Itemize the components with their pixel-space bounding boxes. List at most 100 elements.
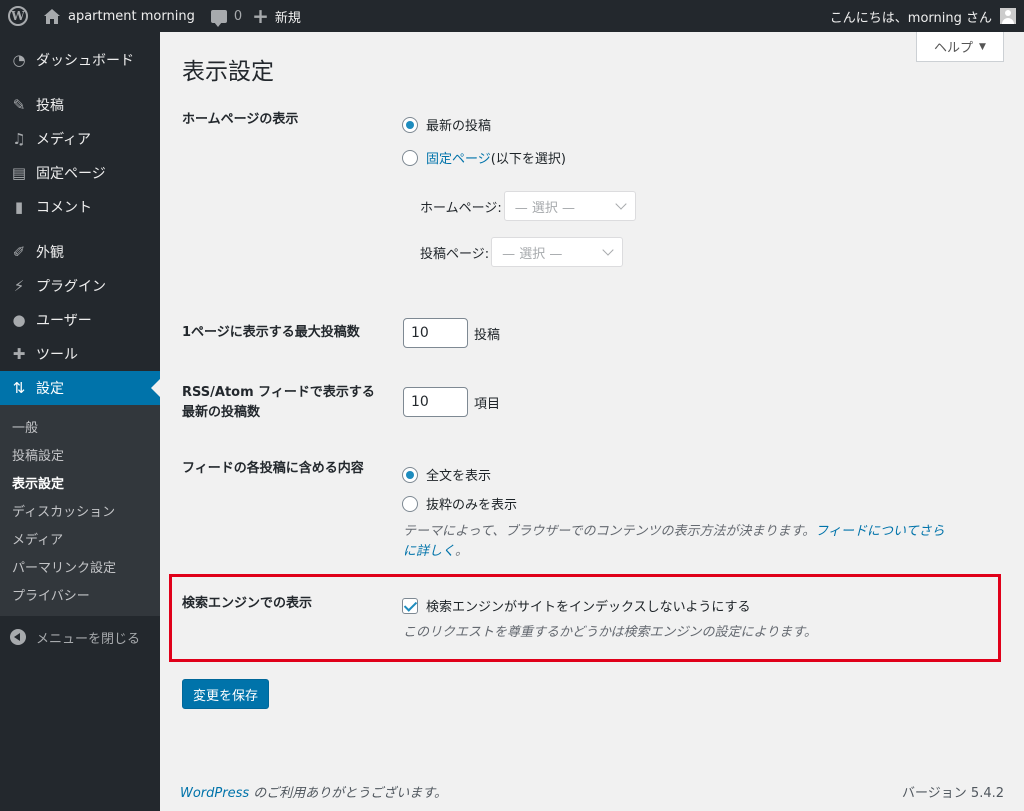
site-name-link[interactable]: apartment morning [36,0,203,32]
select-value: — 選択 — [514,200,575,216]
posts-per-page-row: 10 投稿 [403,318,500,348]
chevron-down-icon [602,244,614,256]
new-content-link[interactable]: + 新規 [250,0,309,32]
submenu-writing[interactable]: 投稿設定 [0,440,160,468]
sidebar-item-appearance[interactable]: ✐ 外観 [0,235,160,269]
sidebar-item-dashboard[interactable]: ◔ ダッシュボード [0,43,160,77]
comment-bubble-icon [210,9,227,27]
posts-page-select-row: 投稿ページ: — 選択 — [420,237,624,267]
radio-label: (以下を選択) [490,152,566,167]
page-title: 表示設定 [182,59,274,85]
radio-button[interactable] [402,149,418,166]
search-engine-label: 検索エンジンでの表示 [182,596,313,611]
plugin-icon: ⚡ [13,277,25,295]
save-changes-button[interactable]: 変更を保存 [182,679,269,709]
feed-learn-more-link-2[interactable]: に詳しく [403,544,455,559]
my-account-link[interactable]: こんにちは、morning さん [830,0,1016,32]
submenu-discussion[interactable]: ディスカッション [0,496,160,524]
sidebar-item-plugins[interactable]: ⚡ プラグイン [0,269,160,303]
sidebar-item-label: 設定 [36,381,64,397]
posts-page-select[interactable]: — 選択 — [491,237,624,267]
feed-learn-more-link[interactable]: フィードについてさら [815,524,944,539]
comments-link[interactable]: 0 [203,0,250,32]
footer-thankyou: WordPress のご利用ありがとうございます。 [180,782,447,801]
settings-submenu: 一般 投稿設定 表示設定 ディスカッション メディア パーマリンク設定 プライバ… [0,405,160,616]
footer-version: バージョン 5.4.2 [902,786,1004,801]
front-page-select[interactable]: — 選択 — [503,191,636,221]
sidebar-item-comments[interactable]: ▮ コメント [0,190,160,224]
highlight-box [169,574,1001,662]
radio-label: 最新の投稿 [426,119,492,134]
static-page-link[interactable]: 固定ページ [426,148,491,167]
user-icon: ● [12,311,26,329]
main-content: ヘルプ ▼ 表示設定 ホームページの表示 最新の投稿 固定ページ (以下を選択)… [160,32,1024,811]
sidebar-item-label: ユーザー [36,313,92,329]
search-engine-description: このリクエストを尊重するかどうかは検索エンジンの設定によります。 [403,625,817,640]
front-page-label: ホームページ: [420,200,502,216]
sidebar-item-tools[interactable]: ✚ ツール [0,337,160,371]
posts-per-page-unit: 投稿 [474,327,501,343]
wordpress-logo-icon[interactable]: W [0,0,36,32]
feed-desc-text: テーマによって、ブラウザーでのコンテンツの表示方法が決まります。 [403,524,816,539]
comments-count: 0 [233,8,243,24]
help-tab-button[interactable]: ヘルプ ▼ [916,32,1004,62]
sidebar-item-label: メディア [36,132,92,148]
submenu-general[interactable]: 一般 [0,412,160,440]
collapse-menu-button[interactable]: メニューを閉じる [0,620,160,654]
site-name: apartment morning [68,8,195,24]
radio-label: 全文を表示 [426,469,492,484]
greeting: こんにちは、morning さん [829,10,992,26]
settings-icon: ⇅ [12,379,26,397]
radio-latest-posts[interactable]: 最新の投稿 [402,115,491,134]
homepage-display-label: ホームページの表示 [182,112,299,127]
comment-icon: ▮ [14,198,24,216]
feed-count-unit: 項目 [474,396,501,412]
sidebar-item-label: 投稿 [36,98,64,114]
sidebar-item-label: ツール [36,347,78,363]
noindex-checkbox-row[interactable]: 検索エンジンがサイトをインデックスしないようにする [402,596,750,615]
sidebar-item-settings[interactable]: ⇅ 設定 [0,371,160,405]
submenu-media[interactable]: メディア [0,524,160,552]
radio-static-page[interactable]: 固定ページ (以下を選択) [402,148,566,167]
feed-count-row: 10 項目 [403,387,500,417]
pin-icon: ✎ [12,96,26,114]
sidebar-item-label: コメント [36,200,92,216]
radio-button[interactable] [402,466,418,483]
feed-count-label-line1: RSS/Atom フィードで表示する [182,385,375,400]
wordpress-link[interactable]: WordPress [180,786,249,801]
posts-per-page-input[interactable]: 10 [403,318,468,348]
dashboard-icon: ◔ [12,51,26,69]
sidebar-item-label: ダッシュボード [36,53,134,69]
radio-button[interactable] [402,495,418,512]
chevron-down-icon [615,198,627,210]
noindex-checkbox[interactable] [402,597,418,614]
submenu-permalinks[interactable]: パーマリンク設定 [0,552,160,580]
help-label: ヘルプ [934,41,974,56]
posts-per-page-label: 1ページに表示する最大投稿数 [182,325,360,340]
feed-content-description: テーマによって、ブラウザーでのコンテンツの表示方法が決まります。フィードについて… [403,522,1003,562]
sidebar-item-label: 固定ページ [36,166,106,182]
collapse-menu-label: メニューを閉じる [36,631,141,647]
posts-page-label: 投稿ページ: [420,246,490,262]
select-value: — 選択 — [502,246,563,262]
radio-button[interactable] [402,116,418,133]
home-icon [44,8,60,24]
wrench-icon: ✚ [12,345,26,363]
sidebar-item-posts[interactable]: ✎ 投稿 [0,88,160,122]
caret-down-icon: ▼ [979,41,986,52]
sidebar-item-label: 外観 [36,245,64,261]
radio-full-text[interactable]: 全文を表示 [402,465,491,484]
sidebar-item-pages[interactable]: ▤ 固定ページ [0,156,160,190]
admin-bar: W apartment morning 0 + 新規 こんにちは、morning… [0,0,1024,32]
footer-text: のご利用ありがとうございます。 [249,786,447,801]
front-page-select-row: ホームページ: — 選択 — [420,191,636,221]
new-label: 新規 [274,10,301,26]
sidebar-item-media[interactable]: ♫ メディア [0,122,160,156]
submenu-privacy[interactable]: プライバシー [0,580,160,608]
submenu-reading[interactable]: 表示設定 [0,468,160,496]
radio-summary[interactable]: 抜粋のみを表示 [402,494,517,513]
sidebar-item-users[interactable]: ● ユーザー [0,303,160,337]
feed-content-label: フィードの各投稿に含める内容 [182,461,364,476]
feed-count-input[interactable]: 10 [403,387,468,417]
checkbox-label: 検索エンジンがサイトをインデックスしないようにする [426,600,751,615]
